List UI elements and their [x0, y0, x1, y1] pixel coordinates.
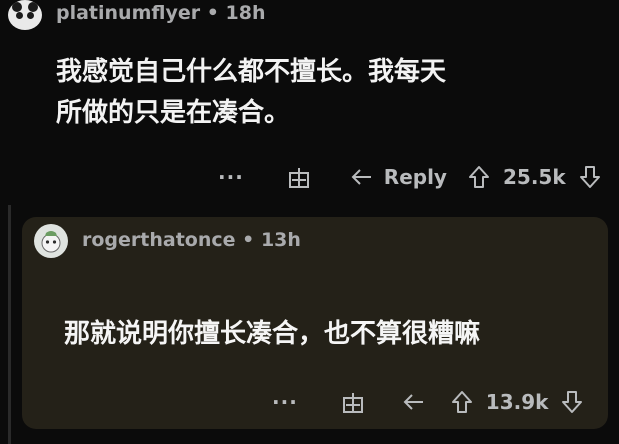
- avatar[interactable]: [8, 0, 42, 30]
- comment-actions: ··· 13.9k: [272, 389, 584, 415]
- reply-comment-card: rogerthatonce • 13h 那就说明你擅长凑合，也不算很糟嘛 ···…: [22, 217, 608, 429]
- vote-count: 25.5k: [502, 165, 566, 189]
- comment-meta: rogerthatonce • 13h: [82, 229, 301, 251]
- comment-actions: ··· Reply 25.5k: [218, 164, 602, 190]
- award-icon[interactable]: [340, 389, 366, 415]
- upvote-icon[interactable]: [450, 389, 474, 415]
- award-icon[interactable]: [286, 164, 312, 190]
- more-options-button[interactable]: ···: [272, 390, 298, 414]
- username[interactable]: platinumflyer: [56, 2, 200, 24]
- reply-button[interactable]: Reply: [384, 165, 447, 189]
- separator: •: [206, 2, 219, 24]
- reply-icon[interactable]: [402, 391, 426, 413]
- username[interactable]: rogerthatonce: [82, 229, 236, 251]
- downvote-icon[interactable]: [578, 164, 602, 190]
- separator: •: [242, 229, 255, 251]
- timestamp: 18h: [225, 2, 266, 24]
- timestamp: 13h: [260, 229, 301, 251]
- comment-text-line-1: 我感觉自己什么都不擅长。我每天: [56, 57, 447, 87]
- reply-icon[interactable]: [350, 166, 374, 188]
- comment-body: 我感觉自己什么都不擅长。我每天 所做的只是在凑合。: [56, 52, 576, 134]
- vote-count: 13.9k: [485, 390, 549, 414]
- upvote-icon[interactable]: [467, 164, 491, 190]
- downvote-icon[interactable]: [560, 389, 584, 415]
- avatar[interactable]: [34, 224, 68, 258]
- more-options-button[interactable]: ···: [218, 165, 244, 189]
- comment-meta: platinumflyer • 18h: [56, 2, 265, 24]
- comment-text-line-2: 所做的只是在凑合。: [56, 98, 291, 128]
- thread-line[interactable]: [8, 205, 11, 444]
- comment-body: 那就说明你擅长凑合，也不算很糟嘛: [64, 319, 481, 349]
